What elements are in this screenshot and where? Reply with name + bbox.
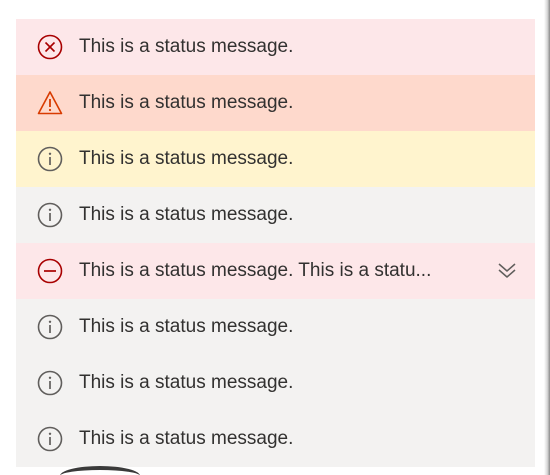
message-bar-list: This is a status message. This is a stat… [16,19,535,467]
message-bar-info: This is a status message. [16,411,535,467]
window-edge-shadow [544,0,550,475]
message-text: This is a status message. [79,316,294,337]
message-text: This is a status message. [79,92,294,113]
message-bar-error: This is a status message. [16,19,535,75]
info-icon [37,370,63,396]
message-bar-info: This is a status message. [16,299,535,355]
cursor-edge-shape [60,466,140,475]
info-icon [37,202,63,228]
message-bar-severe: This is a status message. [16,131,535,187]
message-bar-gallery: This is a status message. This is a stat… [0,0,550,475]
message-bar-info: This is a status message. [16,355,535,411]
message-bar-blocked: This is a status message. This is a stat… [16,243,535,299]
message-text: This is a status message. [79,428,294,449]
message-text: This is a status message. [79,36,294,57]
info-icon [37,426,63,452]
info-icon [37,314,63,340]
message-bar-warning: This is a status message. [16,75,535,131]
message-text: This is a status message. This is a stat… [79,260,432,281]
message-text: This is a status message. [79,148,294,169]
blocked-icon [37,258,63,284]
double-chevron-down-icon[interactable] [495,259,519,283]
error-circle-x-icon [37,34,63,60]
warning-triangle-icon [37,90,63,116]
message-text: This is a status message. [79,372,294,393]
info-icon [37,146,63,172]
message-text: This is a status message. [79,204,294,225]
message-bar-info: This is a status message. [16,187,535,243]
